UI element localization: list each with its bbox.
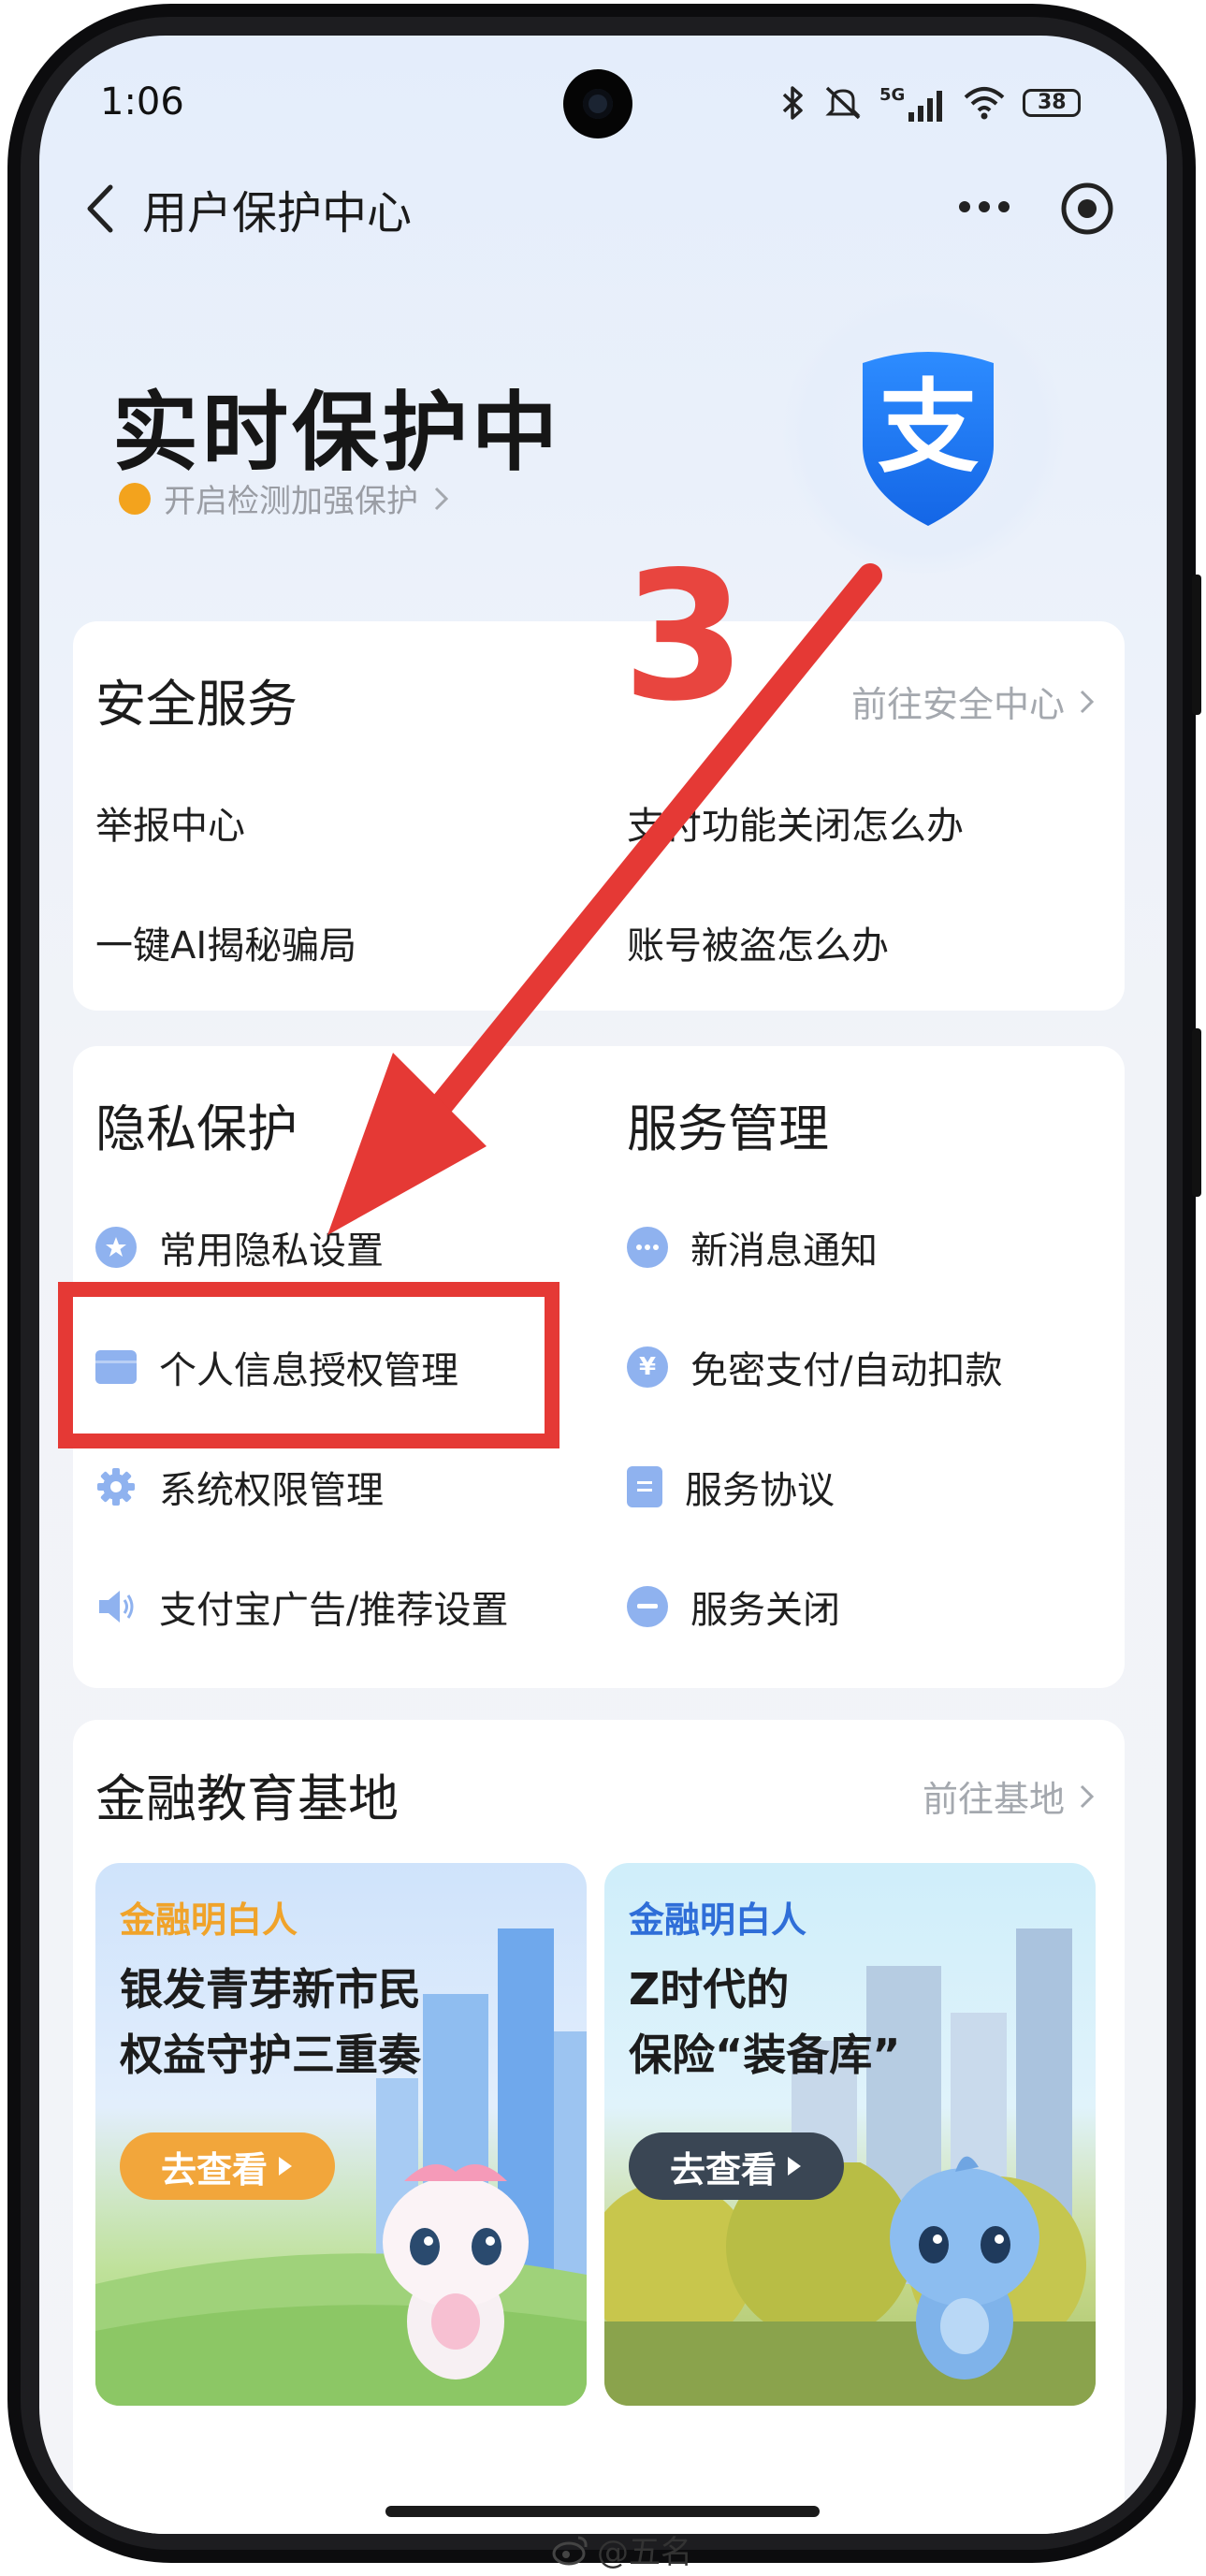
weibo-icon — [552, 2536, 588, 2565]
watermark-text: @五名 — [597, 2534, 692, 2571]
highlight-box-annotation — [58, 1282, 559, 1448]
weibo-watermark: @五名 — [552, 2526, 692, 2572]
